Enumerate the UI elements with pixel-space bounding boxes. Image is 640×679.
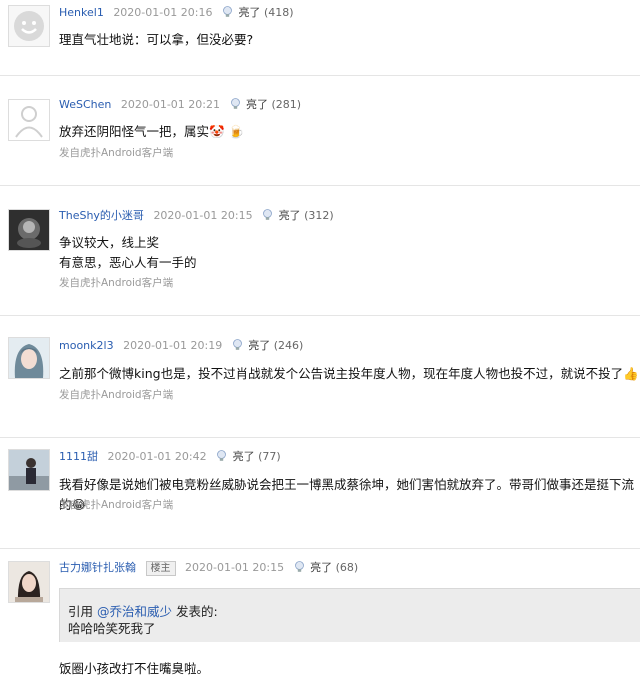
- quote-block: 引用 @乔治和威少 发表的: 哈哈哈笑死我了: [59, 588, 640, 642]
- username-link[interactable]: TheShy的小迷哥: [59, 209, 144, 222]
- comment-item: 1111甜 2020-01-01 20:42 亮了 (77) 我看好像是说她们被…: [0, 438, 640, 549]
- username-link[interactable]: 1111甜: [59, 450, 98, 463]
- comment-line: 饭圈小孩改打不住嘴臭啦。: [59, 661, 210, 676]
- quote-text: 哈哈哈笑死我了: [68, 621, 156, 636]
- comment-header: 古力娜针扎张翰 楼主 2020-01-01 20:15 亮了 (68): [59, 559, 358, 576]
- light-button[interactable]: 亮了: [279, 209, 301, 222]
- quote-suffix: 发表的:: [172, 604, 218, 619]
- comment-content: 饭圈小孩改打不住嘴臭啦。: [59, 659, 209, 679]
- default-person-avatar-icon[interactable]: [8, 99, 50, 141]
- lightbulb-icon[interactable]: [262, 208, 273, 224]
- comment-line: 有意思，恶心人有一手的: [59, 255, 197, 270]
- lightbulb-icon[interactable]: [232, 338, 243, 354]
- comment-line: 争议较大，线上奖: [59, 235, 160, 250]
- comment-line: 放弃还阴阳怪气一把，属实🤡 🍺: [59, 124, 245, 139]
- comment-header: Henkel1 2020-01-01 20:16 亮了 (418): [59, 4, 294, 21]
- comment-content: 争议较大，线上奖 有意思，恶心人有一手的: [59, 233, 197, 273]
- portrait-photo-avatar-icon[interactable]: [8, 561, 50, 603]
- light-count: (246): [273, 339, 304, 352]
- post-date: 2020-01-01 20:19: [123, 339, 223, 352]
- comment-header: TheShy的小迷哥 2020-01-01 20:15 亮了 (312): [59, 207, 334, 224]
- lightbulb-icon[interactable]: [216, 449, 227, 465]
- comment-line: 之前那个微博king也是，投不过肖战就发个公告说主投年度人物，现在年度人物也投不…: [59, 366, 639, 381]
- light-count: (68): [335, 561, 359, 574]
- light-button[interactable]: 亮了: [233, 450, 255, 463]
- comment-header: WeSChen 2020-01-01 20:21 亮了 (281): [59, 96, 301, 113]
- light-button[interactable]: 亮了: [246, 98, 268, 111]
- post-date: 2020-01-01 20:42: [107, 450, 207, 463]
- comment-line: 理直气壮地说：可以拿，但没必要?: [59, 32, 254, 47]
- post-date: 2020-01-01 20:16: [113, 6, 213, 19]
- smiley-face-avatar-icon[interactable]: [8, 5, 50, 47]
- comment-item: TheShy的小迷哥 2020-01-01 20:15 亮了 (312) 争议较…: [0, 197, 640, 316]
- lightbulb-icon[interactable]: [222, 5, 233, 21]
- client-source: 发自虎扑Android客户端: [59, 147, 174, 159]
- post-date: 2020-01-01 20:15: [185, 561, 285, 574]
- comment-content: 理直气壮地说：可以拿，但没必要?: [59, 30, 253, 50]
- light-button[interactable]: 亮了: [248, 339, 270, 352]
- client-source: 发自虎扑Android客户端: [59, 277, 174, 289]
- comment-content: 之前那个微博king也是，投不过肖战就发个公告说主投年度人物，现在年度人物也投不…: [59, 364, 639, 384]
- username-link[interactable]: moonk2l3: [59, 339, 114, 352]
- light-count: (312): [304, 209, 334, 222]
- dark-photo-avatar-icon[interactable]: [8, 209, 50, 251]
- post-date: 2020-01-01 20:21: [120, 98, 220, 111]
- comment-item: Henkel1 2020-01-01 20:16 亮了 (418) 理直气壮地说…: [0, 0, 640, 76]
- comment-item: 古力娜针扎张翰 楼主 2020-01-01 20:15 亮了 (68) 引用 @…: [0, 549, 640, 678]
- anime-girl-avatar-icon[interactable]: [8, 337, 50, 379]
- light-count: (77): [258, 450, 281, 463]
- light-count: (281): [271, 98, 302, 111]
- light-button[interactable]: 亮了: [238, 6, 260, 19]
- username-link[interactable]: Henkel1: [59, 6, 104, 19]
- light-button[interactable]: 亮了: [310, 561, 332, 574]
- client-source: 发自虎扑Android客户端: [59, 499, 174, 511]
- lightbulb-icon[interactable]: [230, 97, 241, 113]
- quote-prefix: 引用: [68, 604, 97, 619]
- comment-item: WeSChen 2020-01-01 20:21 亮了 (281) 放弃还阴阳怪…: [0, 87, 640, 186]
- username-link[interactable]: WeSChen: [59, 98, 111, 111]
- op-badge: 楼主: [145, 561, 176, 576]
- person-photo-avatar-icon[interactable]: [8, 449, 50, 491]
- comment-header: 1111甜 2020-01-01 20:42 亮了 (77): [59, 448, 281, 465]
- quote-user-link[interactable]: @乔治和威少: [97, 604, 172, 619]
- post-date: 2020-01-01 20:15: [153, 209, 253, 222]
- comment-item: moonk2l3 2020-01-01 20:19 亮了 (246) 之前那个微…: [0, 327, 640, 438]
- lightbulb-icon[interactable]: [294, 560, 305, 576]
- comment-content: 放弃还阴阳怪气一把，属实🤡 🍺: [59, 122, 244, 142]
- comment-header: moonk2l3 2020-01-01 20:19 亮了 (246): [59, 337, 303, 354]
- client-source: 发自虎扑Android客户端: [59, 389, 174, 401]
- username-link[interactable]: 古力娜针扎张翰: [59, 561, 136, 574]
- light-count: (418): [263, 6, 294, 19]
